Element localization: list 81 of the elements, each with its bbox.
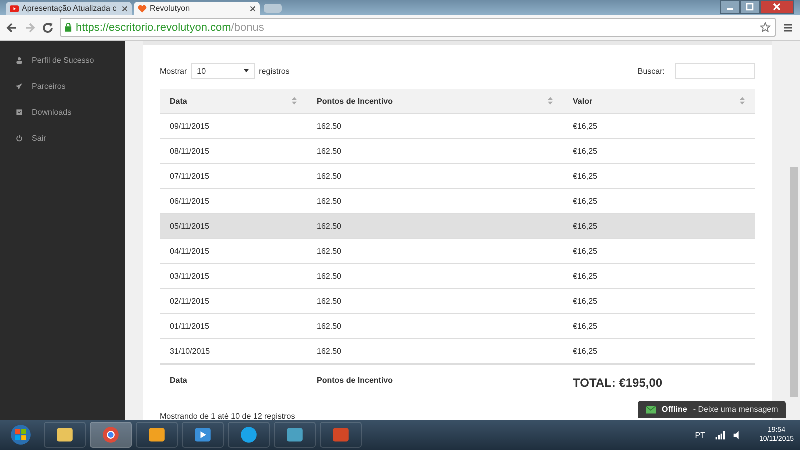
signal-icon[interactable] <box>715 430 726 440</box>
table-cell: 162.50 <box>307 114 563 138</box>
sidebar-item[interactable]: Sair <box>32 134 46 142</box>
table-cell: €16,25 <box>563 138 755 164</box>
rocket-icon <box>16 82 23 90</box>
browser-tab[interactable]: Apresentação Atualizada c <box>6 2 132 15</box>
close-button[interactable] <box>760 0 794 14</box>
search-field[interactable] <box>675 63 755 79</box>
table-cell: 03/11/2015 <box>160 264 307 288</box>
chat-message: - Deixe uma mensagem <box>693 405 778 414</box>
sort-icon <box>548 97 553 105</box>
close-icon <box>772 3 782 11</box>
browser-tab[interactable]: Revolutyon <box>134 2 260 15</box>
table-cell: €16,25 <box>563 214 755 238</box>
table-cell: 05/11/2015 <box>160 214 307 238</box>
close-icon[interactable] <box>122 6 128 12</box>
menu-icon[interactable] <box>782 22 794 34</box>
back-icon[interactable] <box>6 22 18 34</box>
envelope-icon <box>646 406 656 414</box>
table-cell: €16,25 <box>563 338 755 364</box>
star-icon[interactable] <box>760 22 771 33</box>
reload-icon[interactable] <box>42 22 54 34</box>
minimize-button[interactable] <box>720 0 740 14</box>
table-cell: €16,25 <box>563 114 755 138</box>
table-cell: 162.50 <box>307 164 563 188</box>
chat-status: Offline <box>662 405 688 414</box>
media-app-icon[interactable] <box>182 422 224 448</box>
records-label: registros <box>259 66 290 76</box>
table-cell: 162.50 <box>307 214 563 238</box>
footer-cell: Pontos de Incentivo <box>307 364 563 396</box>
restore-button[interactable] <box>740 0 760 14</box>
download-icon <box>16 108 23 116</box>
table-info: Mostrando de 1 até 10 de 12 registros <box>160 412 296 421</box>
table-cell: 08/11/2015 <box>160 138 307 164</box>
table-cell: €16,25 <box>563 288 755 314</box>
table-cell: €16,25 <box>563 264 755 288</box>
search-label: Buscar: <box>638 66 665 76</box>
table-cell: €16,25 <box>563 314 755 338</box>
table-cell: €16,25 <box>563 164 755 188</box>
sidebar-item[interactable]: Downloads <box>32 108 72 116</box>
folder-app-icon[interactable] <box>44 422 86 448</box>
footer-cell: Data <box>160 364 307 396</box>
show-label: Mostrar <box>160 66 188 76</box>
table-cell: 162.50 <box>307 264 563 288</box>
chat-popup[interactable]: Offline - Deixe uma mensagem <box>638 401 786 418</box>
table-cell: 31/10/2015 <box>160 338 307 364</box>
table-cell: 04/11/2015 <box>160 238 307 264</box>
restore-icon <box>745 3 755 11</box>
caret-icon <box>244 69 250 73</box>
sidebar-item[interactable]: Parceiros <box>32 82 66 90</box>
page-size-select[interactable]: 10 <box>191 63 256 79</box>
language-indicator[interactable]: PT <box>695 430 706 440</box>
column-header[interactable]: Pontos de Incentivo <box>307 89 563 114</box>
table-cell: 162.50 <box>307 338 563 364</box>
browser-app-icon[interactable] <box>90 422 132 448</box>
video-icon <box>10 4 19 12</box>
table-cell: 162.50 <box>307 288 563 314</box>
table-cell: 01/11/2015 <box>160 314 307 338</box>
table-cell: €16,25 <box>563 238 755 264</box>
mail-app-icon[interactable] <box>136 422 178 448</box>
table-cell: 02/11/2015 <box>160 288 307 314</box>
table-cell: 07/11/2015 <box>160 164 307 188</box>
sidebar-item[interactable]: Perfil de Sucesso <box>32 56 94 64</box>
power-icon <box>16 134 23 142</box>
table-cell: 162.50 <box>307 314 563 338</box>
user-icon <box>16 56 23 64</box>
close-icon[interactable] <box>250 6 256 12</box>
photo-app-icon[interactable] <box>274 422 316 448</box>
sort-icon <box>292 97 297 105</box>
column-header[interactable]: Valor <box>563 89 755 114</box>
heart-icon <box>138 4 147 12</box>
chat-app-icon[interactable] <box>228 422 270 448</box>
address-bar[interactable]: https://escritorio.revolutyon.com/bonus <box>60 18 776 37</box>
table-cell: 162.50 <box>307 138 563 164</box>
lock-icon <box>65 23 72 32</box>
table-cell: 162.50 <box>307 238 563 264</box>
footer-cell: TOTAL: €195,00 <box>563 364 755 396</box>
table-cell: 09/11/2015 <box>160 114 307 138</box>
sort-icon <box>740 97 745 105</box>
column-header[interactable]: Data <box>160 89 307 114</box>
slides-app-icon[interactable] <box>320 422 362 448</box>
